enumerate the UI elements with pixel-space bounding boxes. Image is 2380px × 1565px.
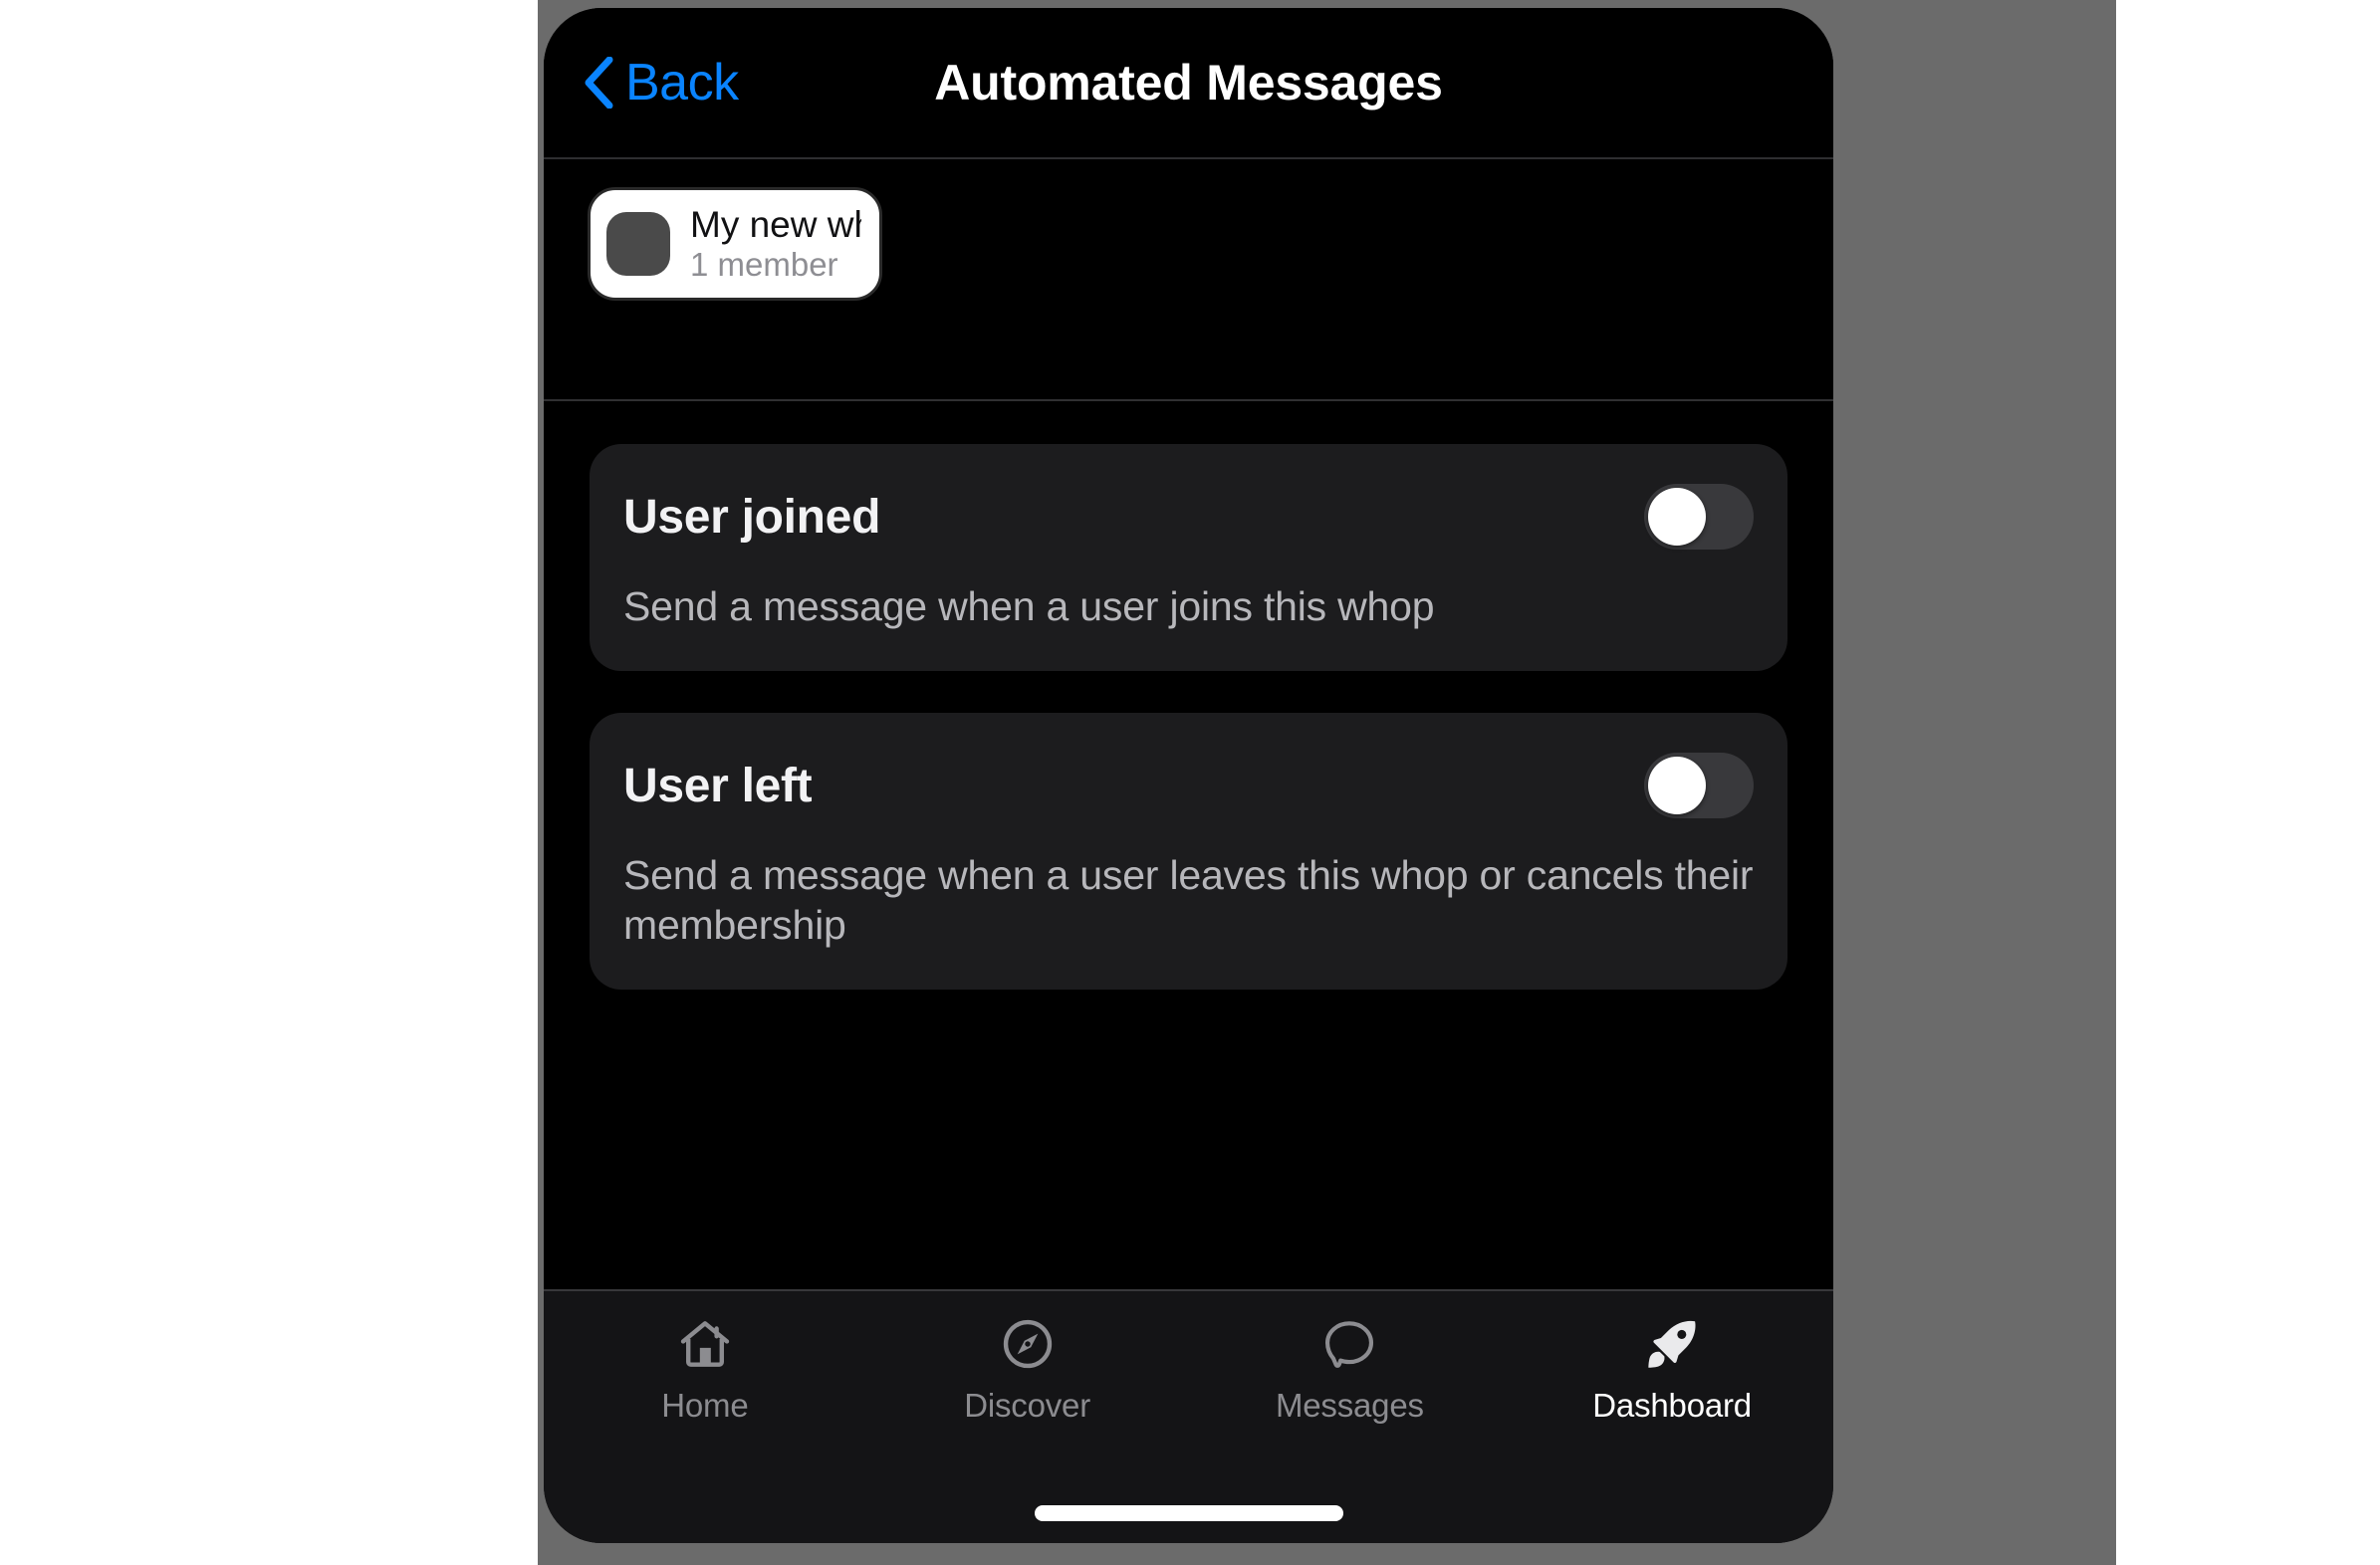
home-indicator-area bbox=[544, 1483, 1833, 1543]
chat-bubble-icon bbox=[1325, 1321, 1374, 1368]
tab-bar: Home Discover Messages Dashboard bbox=[544, 1289, 1833, 1483]
setting-title: User joined bbox=[623, 490, 881, 544]
tab-discover[interactable]: Discover bbox=[866, 1313, 1189, 1425]
home-icon bbox=[680, 1321, 730, 1367]
whop-member-count: 1 member bbox=[690, 245, 838, 283]
whop-avatar bbox=[606, 212, 670, 276]
setting-card-user-joined: User joined Send a message when a user j… bbox=[590, 444, 1787, 672]
whop-name: My new whop bbox=[690, 205, 861, 245]
tab-label: Dashboard bbox=[1592, 1387, 1752, 1424]
toggle-knob bbox=[1648, 488, 1706, 546]
home-indicator[interactable] bbox=[1034, 1505, 1343, 1521]
setting-title: User left bbox=[623, 759, 813, 812]
settings-list: User joined Send a message when a user j… bbox=[544, 401, 1833, 1289]
tab-home[interactable]: Home bbox=[544, 1313, 866, 1425]
whop-chip[interactable]: My new whop 1 member bbox=[588, 187, 882, 301]
tab-messages[interactable]: Messages bbox=[1189, 1313, 1512, 1425]
toggle-knob bbox=[1648, 757, 1706, 815]
tab-label: Home bbox=[661, 1387, 749, 1424]
setting-description: Send a message when a user joins this wh… bbox=[623, 583, 1435, 629]
phone-screen: Back Automated Messages My new whop 1 me… bbox=[544, 8, 1833, 1543]
whop-chip-text: My new whop 1 member bbox=[690, 206, 861, 282]
tab-dashboard[interactable]: Dashboard bbox=[1511, 1313, 1833, 1425]
setting-card-user-left: User left Send a message when a user lea… bbox=[590, 713, 1787, 991]
tab-label: Discover bbox=[964, 1387, 1090, 1424]
setting-header: User joined bbox=[623, 480, 1754, 554]
whop-selector-section: My new whop 1 member bbox=[544, 159, 1833, 401]
toggle-user-joined[interactable] bbox=[1644, 484, 1754, 550]
setting-description: Send a message when a user leaves this w… bbox=[623, 852, 1754, 949]
nav-header: Back Automated Messages bbox=[544, 8, 1833, 159]
page-title: Automated Messages bbox=[934, 55, 1443, 111]
compass-icon bbox=[1003, 1319, 1052, 1369]
toggle-user-left[interactable] bbox=[1644, 753, 1754, 819]
rocket-icon bbox=[1648, 1320, 1696, 1368]
setting-header: User left bbox=[623, 749, 1754, 822]
tab-label: Messages bbox=[1275, 1387, 1424, 1424]
